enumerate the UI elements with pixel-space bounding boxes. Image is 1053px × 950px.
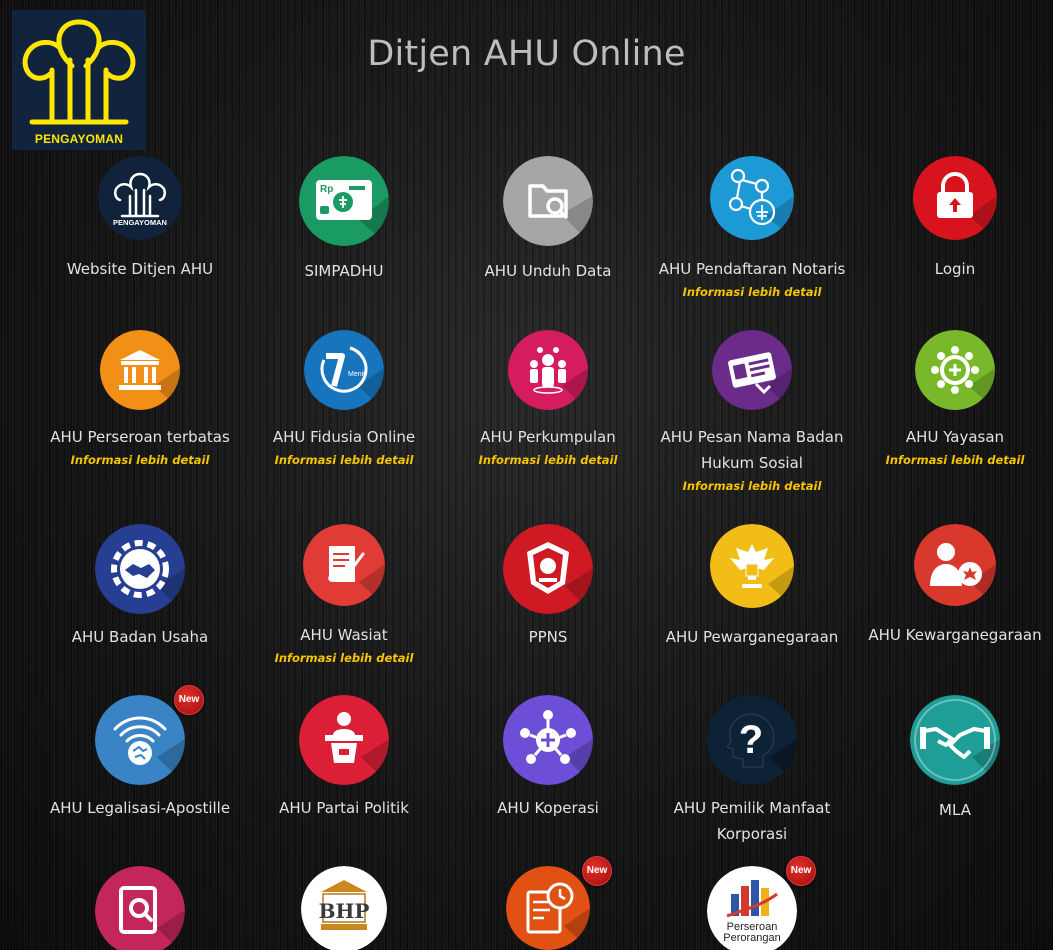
tile-label: AHU Legalisasi-Apostille — [49, 799, 231, 817]
svg-text:Menit: Menit — [348, 371, 365, 378]
tile-yayasan[interactable]: AHU Yayasan Informasi lebih detail — [853, 330, 1053, 468]
tile-pemilik-manfaat-korporasi[interactable]: ? AHU Pemilik Manfaat Korporasi — [650, 695, 854, 847]
tile-unduh-data[interactable]: AHU Unduh Data — [446, 156, 650, 284]
tile-label: AHU Koperasi — [497, 799, 599, 817]
handshake-gear-icon — [95, 524, 185, 614]
info-link[interactable]: Informasi lebih detail — [242, 650, 446, 666]
tile-pendaftaran-notaris[interactable]: AHU Pendaftaran Notaris Informasi lebih … — [650, 156, 854, 300]
police-badge-icon — [503, 524, 593, 614]
tile-label: PPNS — [528, 628, 568, 646]
svg-text:BHP: BHP — [319, 899, 370, 923]
tile-book-search[interactable] — [38, 866, 242, 950]
tile-perseroan-terbatas[interactable]: AHU Perseroan terbatas Informasi lebih d… — [38, 330, 242, 468]
tile-website-ditjen-ahu[interactable]: PENGAYOMAN Website Ditjen AHU — [38, 156, 242, 282]
svg-text:Rp: Rp — [320, 184, 333, 195]
new-badge: New — [174, 685, 204, 715]
tile-label: AHU Fidusia Online — [272, 428, 416, 446]
tile-wasiat[interactable]: AHU Wasiat Informasi lebih detail — [242, 524, 446, 666]
document-clock-icon — [506, 866, 590, 950]
id-card-icon — [712, 330, 792, 410]
tile-simpadhu[interactable]: Rp SIMPADHU — [242, 156, 446, 284]
tile-label: AHU Wasiat — [300, 626, 388, 644]
info-link[interactable]: Informasi lebih detail — [242, 452, 446, 468]
tile-label: AHU Pemilik Manfaat Korporasi — [673, 799, 831, 843]
tile-label: AHU Partai Politik — [279, 799, 409, 817]
scroll-icon — [303, 524, 385, 606]
tile-legalisasi-apostille[interactable]: AHU Legalisasi-Apostille New — [38, 685, 242, 821]
tile-fidusia-online[interactable]: Menit AHU Fidusia Online Informasi lebih… — [242, 330, 446, 468]
svg-text:Perorangan: Perorangan — [723, 932, 781, 944]
tile-label: AHU Yayasan — [905, 428, 1005, 446]
tile-bhp[interactable]: BHP — [242, 866, 446, 950]
tile-label: AHU Perseroan terbatas — [50, 428, 230, 446]
person-emblem-icon — [914, 524, 996, 606]
building-icon — [100, 330, 180, 410]
tile-label: AHU Pesan Nama Badan Hukum Sosial — [660, 428, 844, 472]
book-search-icon — [95, 866, 185, 950]
tile-label: AHU Pendaftaran Notaris — [658, 260, 846, 278]
info-link[interactable]: Informasi lebih detail — [853, 452, 1053, 468]
tile-koperasi[interactable]: AHU Koperasi — [446, 695, 650, 821]
tile-label: Website Ditjen AHU — [66, 260, 214, 278]
payment-card-icon: Rp — [299, 156, 389, 246]
tile-pesan-nama-badan-hukum-sosial[interactable]: AHU Pesan Nama Badan Hukum Sosial Inform… — [650, 330, 854, 494]
tile-label: Login — [934, 260, 976, 278]
tile-perseroan-perorangan[interactable]: Perseroan Perorangan New — [650, 856, 854, 950]
info-link[interactable]: Informasi lebih detail — [446, 452, 650, 468]
svg-text:PENGAYOMAN: PENGAYOMAN — [113, 218, 167, 227]
people-icon — [508, 330, 588, 410]
tile-pewarganegaraan[interactable]: AHU Pewarganegaraan — [650, 524, 854, 650]
svg-text:?: ? — [739, 718, 763, 762]
bhp-icon: BHP — [301, 866, 387, 950]
folder-search-icon — [503, 156, 593, 246]
new-badge: New — [582, 856, 612, 886]
tile-partai-politik[interactable]: AHU Partai Politik — [242, 695, 446, 821]
tile-label: MLA — [939, 801, 971, 819]
globe-signal-icon — [95, 695, 185, 785]
app-grid: PENGAYOMAN Website Ditjen AHU Rp SIMPADH… — [0, 0, 1053, 950]
tile-kewarganegaraan[interactable]: AHU Kewarganegaraan — [853, 524, 1053, 648]
cooperative-icon — [503, 695, 593, 785]
info-link[interactable]: Informasi lebih detail — [650, 284, 854, 300]
tile-label: AHU Pewarganegaraan — [665, 628, 839, 646]
perseroan-perorangan-icon: Perseroan Perorangan — [707, 866, 797, 950]
info-link[interactable]: Informasi lebih detail — [650, 478, 854, 494]
garuda-icon — [710, 524, 794, 608]
tile-perkumpulan[interactable]: AHU Perkumpulan Informasi lebih detail — [446, 330, 650, 468]
tile-document-clock[interactable]: New — [446, 856, 650, 950]
tile-label: AHU Unduh Data — [484, 262, 612, 280]
podium-icon — [299, 695, 389, 785]
community-icon — [915, 330, 995, 410]
tile-login[interactable]: Login — [853, 156, 1053, 282]
handshake-icon — [910, 695, 1000, 785]
tile-label: SIMPADHU — [304, 262, 384, 280]
seven-minute-icon: Menit — [304, 330, 384, 410]
info-link[interactable]: Informasi lebih detail — [38, 452, 242, 468]
tile-label: AHU Perkumpulan — [480, 428, 616, 446]
tile-label: AHU Badan Usaha — [71, 628, 209, 646]
question-head-icon: ? — [707, 695, 797, 785]
tile-badan-usaha[interactable]: AHU Badan Usaha — [38, 524, 242, 650]
tile-label: AHU Kewarganegaraan — [868, 626, 1042, 644]
new-badge: New — [786, 856, 816, 886]
tile-ppns[interactable]: PPNS — [446, 524, 650, 650]
pengayoman-icon: PENGAYOMAN — [98, 156, 182, 240]
lock-icon — [913, 156, 997, 240]
tile-mla[interactable]: MLA — [853, 695, 1053, 823]
network-icon — [710, 156, 794, 240]
